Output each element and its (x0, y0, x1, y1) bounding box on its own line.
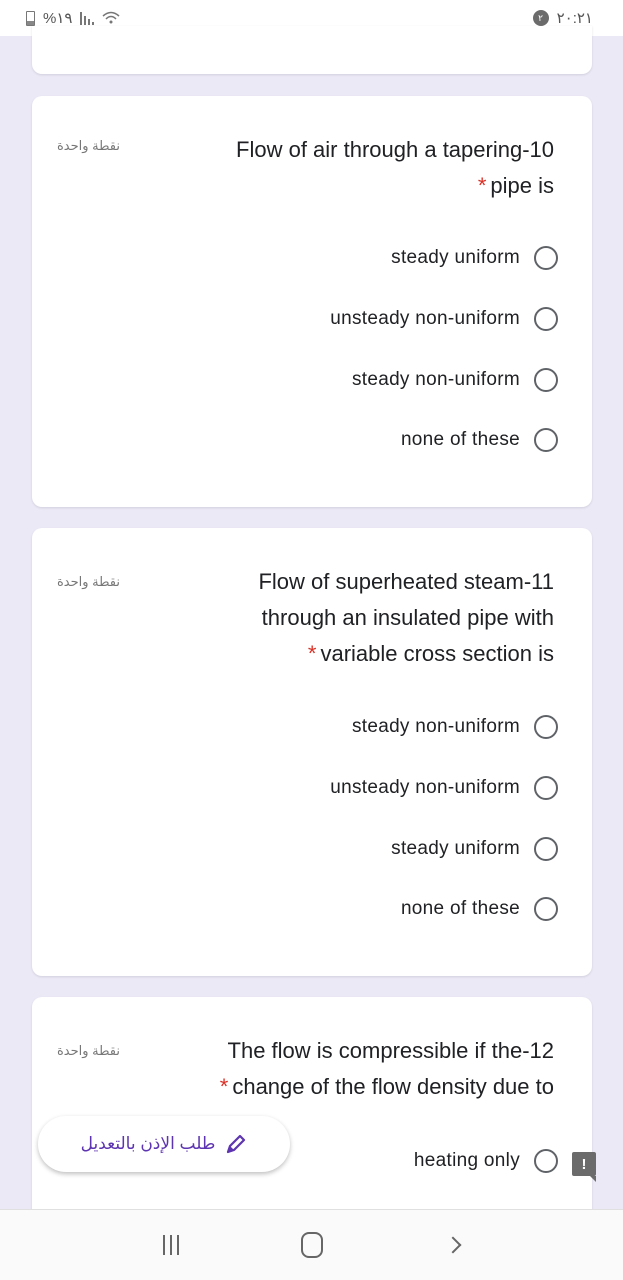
recent-apps-button[interactable] (151, 1235, 191, 1255)
home-icon (300, 1232, 323, 1258)
option-radio[interactable]: none of these (401, 897, 558, 921)
question-title-line: Flow of superheated steam-11 (258, 569, 554, 594)
chevron-right-icon (444, 1236, 461, 1254)
status-right: ٢ ٢٠:٢١ (532, 9, 593, 27)
question-title-line: * pipe is (477, 173, 554, 198)
option-label: steady non-uniform (351, 369, 520, 390)
option-radio[interactable]: steady non-uniform (352, 368, 558, 392)
notification-icon: ٢ (532, 10, 549, 26)
radio-button[interactable] (534, 1149, 558, 1173)
option-label: steady non-uniform (351, 716, 520, 737)
option-label: unsteady non-uniform (330, 308, 520, 329)
back-button[interactable] (433, 1236, 473, 1254)
clock: ٢٠:٢١ (556, 10, 593, 27)
radio-button[interactable] (534, 307, 558, 331)
option-label: none of these (400, 429, 520, 450)
signal-icon (80, 11, 95, 25)
option-radio[interactable]: unsteady non-uniform (330, 307, 558, 331)
question-title-line: The flow is compressible if the-12 (227, 1038, 554, 1063)
question-card-11: نقطة واحدة Flow of superheated steam-11 … (32, 528, 592, 976)
previous-question-card (32, 26, 592, 74)
option-radio[interactable]: steady uniform (391, 246, 558, 270)
battery-percent: %١٩ (43, 10, 73, 27)
radio-button[interactable] (534, 246, 558, 270)
radio-button[interactable] (534, 897, 558, 921)
question-title: The flow is compressible if the-12 * chan… (220, 1033, 554, 1105)
required-asterisk: * (307, 641, 317, 666)
radio-button[interactable] (534, 776, 558, 800)
question-points: نقطة واحدة (57, 138, 121, 153)
option-label: unsteady non-uniform (330, 777, 520, 798)
option-label: heating only (413, 1150, 520, 1171)
request-edit-access-button[interactable]: طلب الإذن بالتعديل (38, 1116, 290, 1172)
feedback-icon[interactable]: ! (572, 1152, 596, 1182)
option-radio[interactable]: none of these (401, 428, 558, 452)
request-edit-access-label: طلب الإذن بالتعديل (80, 1134, 216, 1153)
question-points: نقطة واحدة (57, 574, 121, 589)
question-title-line: * change of the flow density due to (219, 1074, 554, 1099)
question-points: نقطة واحدة (57, 1043, 121, 1058)
question-title: Flow of air through a tapering-10 * pipe … (236, 132, 554, 204)
question-card-12: نقطة واحدة The flow is compressible if t… (32, 997, 592, 1227)
radio-button[interactable] (534, 428, 558, 452)
wifi-icon (102, 11, 120, 24)
option-radio[interactable]: steady non-uniform (352, 715, 558, 739)
option-label: none of these (400, 898, 520, 919)
required-asterisk: * (219, 1074, 229, 1099)
required-asterisk: * (477, 173, 487, 198)
radio-button[interactable] (534, 837, 558, 861)
option-label: steady uniform (391, 247, 520, 268)
option-radio[interactable]: steady uniform (391, 837, 558, 861)
question-title-line: Flow of air through a tapering-10 (236, 137, 554, 162)
radio-button[interactable] (534, 368, 558, 392)
recent-apps-icon (151, 1235, 191, 1255)
navigation-bar (0, 1209, 623, 1280)
question-card-10: نقطة واحدة Flow of air through a taperin… (32, 96, 592, 507)
battery-icon (26, 10, 35, 26)
option-radio[interactable]: heating only (414, 1149, 558, 1173)
question-title-line: through an insulated pipe with (261, 605, 554, 630)
question-title: Flow of superheated steam-11 through an … (258, 564, 554, 672)
option-label: steady uniform (391, 838, 520, 859)
status-left: %١٩ (26, 9, 120, 27)
radio-button[interactable] (534, 715, 558, 739)
question-title-line: * variable cross section is (307, 641, 554, 666)
option-radio[interactable]: unsteady non-uniform (330, 776, 558, 800)
pencil-icon (227, 1134, 246, 1154)
home-button[interactable] (292, 1232, 332, 1258)
